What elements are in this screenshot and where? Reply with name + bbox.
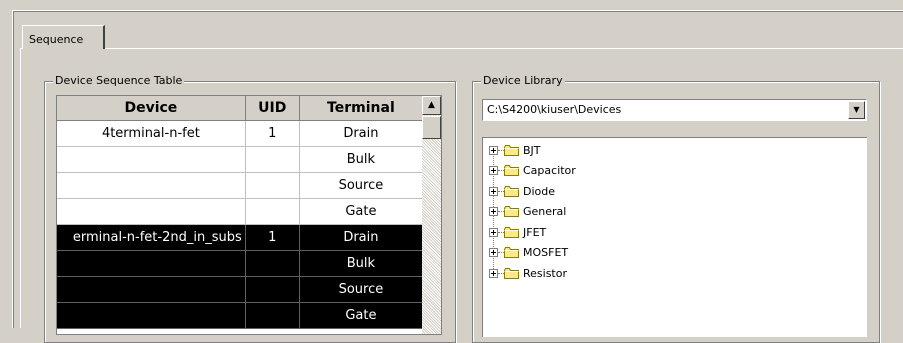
tab-panel (20, 48, 903, 328)
tab-sequence[interactable]: Sequence (22, 25, 105, 49)
tab-sequence-label: Sequence (29, 33, 84, 46)
